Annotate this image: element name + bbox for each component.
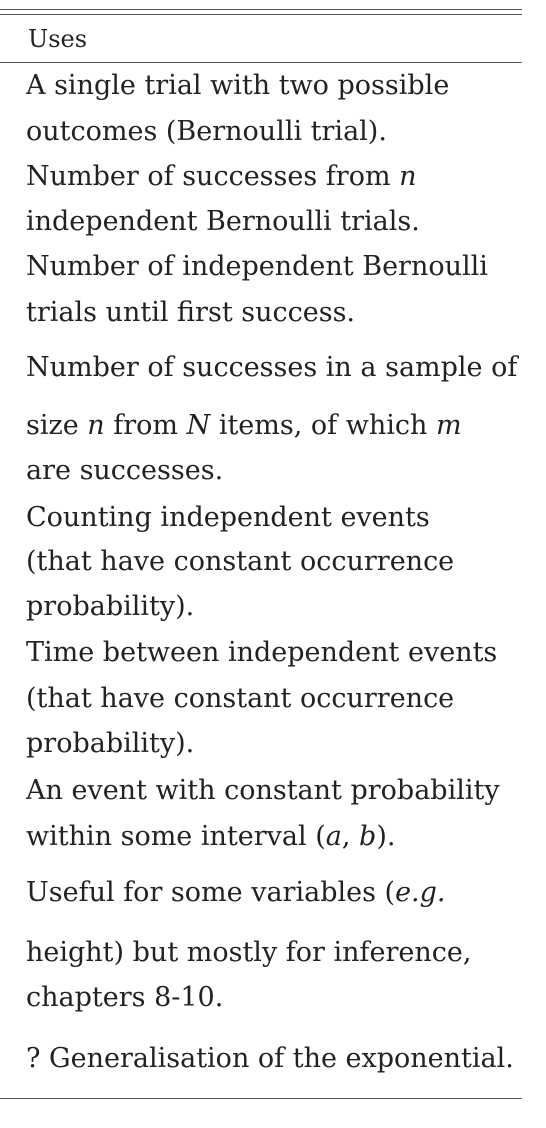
row-text-line: probability). <box>26 728 195 759</box>
row-text-line: independent Bernoulli trials. <box>26 206 420 237</box>
row-text-line: A single trial with two possible <box>26 70 450 101</box>
table-bottom-rule <box>0 1098 522 1099</box>
row-text-line: size n from N items, of which m <box>26 410 462 441</box>
row-text-line: within some interval (a, b). <box>26 821 396 852</box>
row-text-line: Number of independent Bernoulli <box>26 251 488 282</box>
row-text-line: are successes. <box>26 455 224 486</box>
math-variable: N <box>186 410 211 441</box>
row-text-line: Useful for some variables (e.g. <box>26 877 446 908</box>
row-text-line: Time between independent events <box>26 637 498 668</box>
row-text-line: Number of successes in a sample of <box>26 352 518 383</box>
column-header-uses: Uses <box>28 25 88 53</box>
row-text-line: chapters 8-10. <box>26 982 224 1013</box>
table-top-rule-outer <box>0 9 522 10</box>
row-text-line: An event with constant probability <box>26 775 500 806</box>
math-variable: m <box>435 410 462 441</box>
math-variable: a <box>325 821 342 852</box>
row-text-line: outcomes (Bernoulli trial). <box>26 116 387 147</box>
row-text-line: height) but mostly for inference, <box>26 937 472 968</box>
latin-abbreviation: e.g. <box>395 877 446 908</box>
table-header-rule <box>0 62 522 63</box>
math-variable: b <box>359 821 377 852</box>
row-text-line: ? Generalisation of the exponential. <box>26 1043 514 1074</box>
row-text-line: (that have constant occurrence <box>26 546 455 577</box>
row-text-line: trials until first success. <box>26 297 356 328</box>
table-top-rule-inner <box>0 14 522 15</box>
row-text-line: probability). <box>26 591 195 622</box>
row-text-line: (that have constant occurrence <box>26 683 455 714</box>
row-text-line: Counting independent events <box>26 502 430 533</box>
math-variable: n <box>399 161 417 192</box>
row-text-line: Number of successes from n <box>26 161 417 192</box>
math-variable: n <box>87 410 105 441</box>
